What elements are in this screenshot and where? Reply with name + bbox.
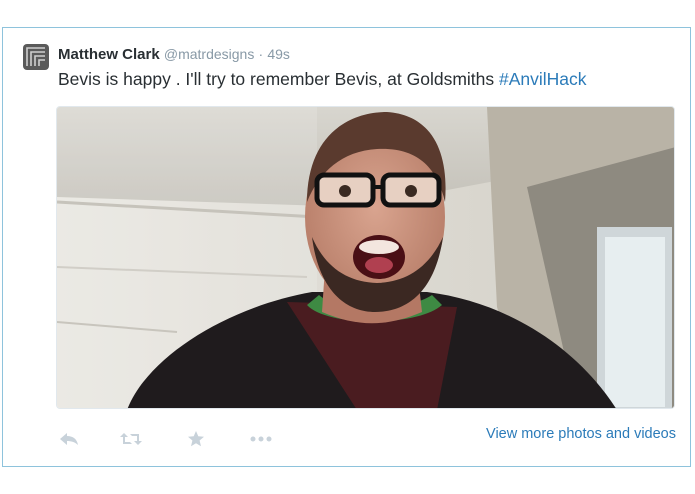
- tweet-text: Bevis is happy . I'll try to remember Be…: [58, 68, 587, 90]
- retweet-icon[interactable]: [120, 428, 142, 450]
- tweet-header: Matthew Clark @matrdesigns · 49s: [58, 45, 290, 64]
- favorite-icon[interactable]: [185, 428, 207, 450]
- tweet-timestamp[interactable]: 49s: [267, 46, 290, 62]
- tweet-body: Bevis is happy . I'll try to remember Be…: [58, 69, 499, 89]
- view-more-link[interactable]: View more photos and videos: [486, 426, 676, 442]
- author-name[interactable]: Matthew Clark: [58, 46, 160, 63]
- author-handle[interactable]: @matrdesigns: [164, 46, 254, 62]
- reply-icon[interactable]: [58, 428, 80, 450]
- tweet-card: Matthew Clark @matrdesigns · 49s Bevis i…: [2, 27, 691, 467]
- man-with-open-mouth-photo: [57, 107, 674, 408]
- author-avatar[interactable]: [23, 44, 49, 70]
- header-separator: ·: [258, 46, 264, 62]
- tweet-actions: [58, 428, 272, 450]
- tweet-photo[interactable]: [56, 106, 675, 409]
- hashtag-link[interactable]: #AnvilHack: [499, 69, 587, 89]
- avatar-image: [23, 44, 49, 70]
- more-icon[interactable]: [250, 428, 272, 450]
